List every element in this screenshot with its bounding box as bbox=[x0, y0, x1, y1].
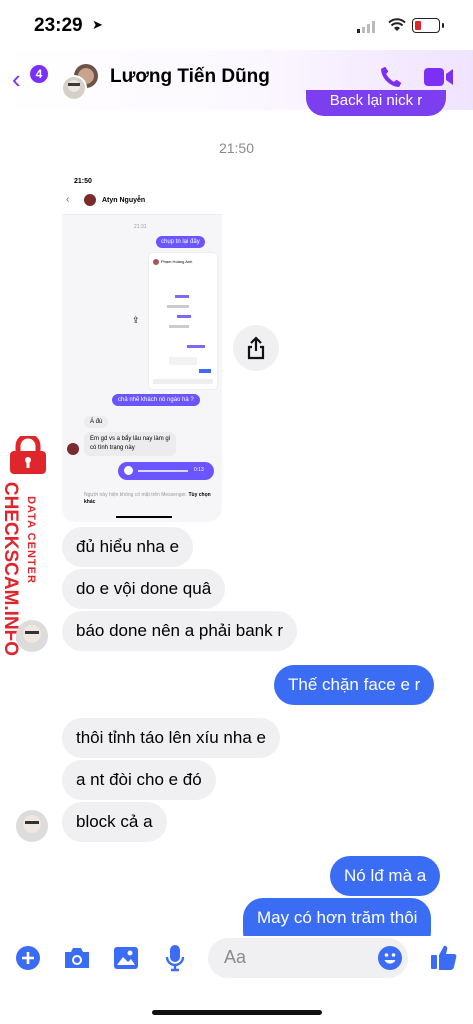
message-in-5[interactable]: a nt đòi cho e đó bbox=[62, 760, 216, 800]
contact-avatar-small bbox=[16, 620, 48, 652]
microphone-icon[interactable] bbox=[165, 944, 185, 972]
shot-back-icon: ‹ bbox=[66, 194, 70, 205]
thumbs-up-icon[interactable] bbox=[430, 943, 458, 971]
message-in-1[interactable]: đủ hiểu nha e bbox=[62, 527, 194, 567]
shot-avatar-2 bbox=[67, 443, 79, 455]
shot-bubble-in-2-line2: có tình trạng này bbox=[90, 445, 135, 451]
cellular-signal-icon bbox=[357, 21, 375, 33]
shot-bubble-out-1: chụp tn lại đây bbox=[156, 236, 205, 248]
shot-home-indicator bbox=[116, 516, 172, 518]
message-in-3[interactable]: báo done nên a phải bank r bbox=[62, 611, 298, 651]
message-input-placeholder: Aa bbox=[224, 947, 247, 967]
shot-bubble-in-2: Em gd vs a bẩy lâu nay làm gì có tình tr… bbox=[84, 432, 177, 456]
shot-avatar bbox=[84, 194, 96, 206]
message-out-1[interactable]: Thế chặn face e r bbox=[274, 665, 435, 705]
home-indicator bbox=[152, 1010, 322, 1015]
wifi-icon bbox=[388, 18, 406, 31]
video-camera-icon[interactable] bbox=[424, 66, 454, 88]
shot-nested-avatar bbox=[153, 259, 159, 265]
shot-bubble-out-2: chả nhẽ khách nó ngáo hả ? bbox=[112, 394, 200, 406]
shot-nested-contact: Phạm Hoàng Anh bbox=[161, 259, 193, 264]
shot-voice-duration: 0:13 bbox=[194, 467, 204, 473]
message-in-2[interactable]: do e vội done quâ bbox=[62, 569, 226, 609]
status-time: 23:29 bbox=[34, 15, 83, 36]
shot-voice-message: 0:13 bbox=[118, 462, 214, 480]
shot-bubble-in-1: Á đù bbox=[84, 416, 109, 428]
unread-count-badge[interactable]: 4 bbox=[30, 65, 48, 83]
contact-avatar[interactable] bbox=[60, 62, 100, 102]
share-icon[interactable] bbox=[246, 336, 266, 360]
shot-nested-line-2 bbox=[167, 305, 189, 308]
sent-message-bubble-partial[interactable]: Back lại nick r bbox=[306, 90, 446, 116]
shot-contact-name: Atyn Nguyễn bbox=[102, 197, 146, 204]
shot-bubble-in-2-line1: Em gd vs a bẩy lâu nay làm gì bbox=[90, 436, 171, 442]
watermark-line1: DATA CENTER bbox=[25, 496, 37, 584]
status-bar: 23:29 ➤ bbox=[0, 0, 473, 50]
shot-header: 21:50 ‹ Atyn Nguyễn bbox=[62, 170, 222, 215]
avatar-photo bbox=[23, 625, 41, 643]
contact-avatar-small-2 bbox=[16, 810, 48, 842]
shot-time: 21:50 bbox=[74, 178, 92, 185]
shot-footer-note: Người này hiện không có mặt trên Messeng… bbox=[84, 492, 188, 498]
shot-nested-line-4 bbox=[169, 325, 189, 328]
shot-nested-line-6 bbox=[169, 357, 197, 365]
contact-name[interactable]: Lương Tiến Dũng bbox=[110, 66, 270, 88]
shot-voice-play-icon bbox=[124, 466, 133, 475]
phone-icon[interactable] bbox=[378, 64, 404, 90]
message-in-6[interactable]: block cả a bbox=[62, 802, 167, 842]
message-timestamp: 21:50 bbox=[218, 140, 255, 156]
camera-icon[interactable] bbox=[63, 946, 91, 970]
shot-voice-waveform bbox=[138, 470, 188, 472]
shot-nested-line-5 bbox=[187, 345, 205, 348]
message-in-4[interactable]: thôi tỉnh táo lên xíu nha e bbox=[62, 718, 280, 758]
shot-footer-text: Người này hiện không có mặt trên Messeng… bbox=[84, 492, 214, 506]
shot-nested-composer bbox=[153, 379, 213, 384]
photo-icon[interactable] bbox=[113, 946, 139, 970]
shot-share-icon: ⇪ bbox=[132, 315, 140, 325]
share-button[interactable] bbox=[233, 325, 279, 371]
shot-nested-line-1 bbox=[175, 295, 189, 298]
shot-nested-line-3 bbox=[177, 315, 191, 318]
plus-icon[interactable] bbox=[16, 946, 40, 970]
shared-screenshot-image[interactable]: 21:50 ‹ Atyn Nguyễn 21:31 chụp tn lại đâ… bbox=[62, 170, 222, 522]
shot-nested-image: Phạm Hoàng Anh bbox=[148, 252, 218, 390]
battery-icon bbox=[412, 18, 444, 33]
shot-time2: 21:31 bbox=[134, 224, 147, 230]
avatar-photo bbox=[23, 815, 41, 833]
location-icon: ➤ bbox=[92, 17, 103, 32]
message-out-2[interactable]: Nó lđ mà a bbox=[330, 856, 441, 896]
emoji-icon[interactable] bbox=[378, 946, 402, 970]
back-chevron-icon[interactable]: ‹ bbox=[12, 64, 21, 95]
shot-nested-line-7 bbox=[199, 369, 211, 373]
